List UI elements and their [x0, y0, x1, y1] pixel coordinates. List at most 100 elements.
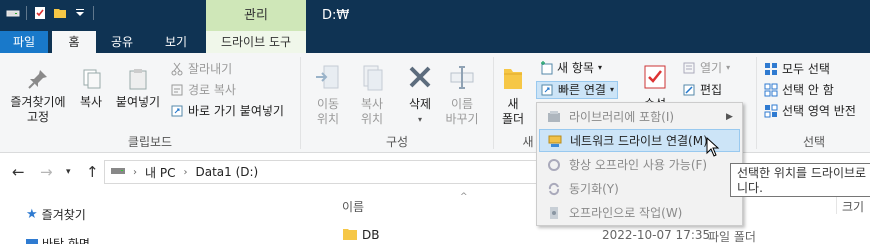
sort-chevron-icon: ^ [460, 192, 468, 202]
copy-to-label-line2: 위치 [360, 112, 384, 126]
tab-view[interactable]: 보기 [150, 31, 202, 53]
divider [93, 6, 94, 20]
nav-item-desktop[interactable]: 바탕 화면 [26, 235, 90, 244]
breadcrumb-this-pc[interactable]: 내 PC [145, 164, 175, 181]
customize-qat-chevron-icon[interactable] [73, 6, 87, 20]
edit-icon [682, 83, 696, 97]
breadcrumb-separator-icon[interactable]: › [183, 167, 187, 178]
paste-shortcut-icon [170, 104, 184, 118]
copy-button[interactable]: 복사 [74, 67, 108, 110]
pin-to-quick-access-button[interactable]: 즐겨찾기에 고정 [6, 67, 70, 125]
easy-access-button[interactable]: 빠른 연결 ▾ [536, 81, 618, 99]
file-row-name[interactable]: DB [362, 228, 379, 242]
sync-icon [539, 182, 569, 196]
folder-icon [343, 228, 357, 240]
edit-button[interactable]: 편집 [682, 81, 722, 99]
delete-button[interactable]: 삭제 ▾ [402, 63, 438, 127]
rename-button[interactable]: 이름 바꾸기 [440, 63, 484, 127]
select-none-button[interactable]: 선택 안 함 [764, 81, 834, 99]
ribbon-tabs: 파일 홈 공유 보기 드라이브 도구 [0, 31, 870, 53]
title-bar: 관리 D:₩ [0, 0, 870, 31]
recent-locations-chevron-icon[interactable]: ▾ [66, 167, 71, 177]
star-icon: ★ [26, 207, 38, 222]
tab-drive-tools[interactable]: 드라이브 도구 [206, 31, 306, 53]
offline-icon [539, 206, 569, 220]
window-title: D:₩ [322, 8, 350, 23]
paste-shortcut-button[interactable]: 바로 가기 붙여넣기 [170, 102, 284, 120]
nav-item-favorites[interactable]: ★ 즐겨찾기 [26, 206, 86, 223]
cut-button[interactable]: 잘라내기 [170, 60, 232, 78]
context-group-manage: 관리 [206, 0, 306, 31]
new-folder-label-line1: 새 [507, 97, 519, 111]
group-label-new: 새 [522, 135, 534, 149]
column-header-name[interactable]: 이름 [342, 198, 364, 215]
copy-path-button[interactable]: 경로 복사 [170, 81, 236, 99]
open-button[interactable]: 열기 ▾ [682, 59, 730, 77]
rename-icon [448, 63, 476, 93]
copy-to-button[interactable]: 복사 위치 [352, 63, 392, 127]
tooltip: 선택한 위치를 드라이브로 니다. [730, 163, 870, 197]
new-folder-button[interactable]: 새 폴더 [498, 63, 528, 127]
invert-selection-label: 선택 영역 반전 [782, 104, 856, 118]
properties-check-icon [643, 63, 667, 93]
select-all-icon [764, 62, 778, 76]
select-none-label: 선택 안 함 [782, 83, 834, 97]
group-divider [493, 57, 494, 149]
forward-arrow-icon[interactable]: → [40, 163, 53, 181]
mouse-cursor-icon [706, 136, 720, 160]
quick-access-toolbar [6, 6, 94, 20]
sync-icon [539, 158, 569, 172]
clipboard-icon [126, 67, 150, 91]
up-arrow-icon[interactable]: ↑ [86, 163, 99, 181]
menu-item-sync[interactable]: 동기화(Y) [539, 177, 740, 200]
edit-label: 편집 [700, 83, 723, 97]
library-icon [539, 110, 569, 124]
folder-icon [501, 63, 525, 93]
group-label-select: 선택 [802, 135, 826, 149]
file-row-date: 2022-10-07 17:35 [602, 228, 711, 242]
select-all-label: 모두 선택 [782, 62, 830, 76]
navigation-pane: ★ 즐겨찾기 바탕 화면 [0, 191, 300, 244]
move-label-line1: 이동 [316, 97, 340, 111]
select-none-icon [764, 83, 778, 97]
file-row-type: 파일 폴더 [708, 230, 756, 244]
move-label-line2: 위치 [316, 112, 340, 126]
delete-dropdown-chevron-icon[interactable]: ▾ [402, 112, 438, 127]
properties-icon[interactable] [33, 6, 47, 20]
open-icon [682, 61, 696, 75]
menu-item-label: 라이브러리에 포함(I) [569, 110, 675, 124]
breadcrumb-drive-d[interactable]: Data1 (D:) [195, 165, 258, 179]
easy-access-label: 빠른 연결 [558, 83, 606, 97]
back-arrow-icon[interactable]: ← [12, 163, 25, 181]
group-divider [756, 57, 757, 149]
menu-item-work-offline[interactable]: 오프라인으로 작업(W) [539, 201, 740, 224]
submenu-arrow-icon: ▶ [726, 111, 733, 122]
scissors-icon [170, 62, 184, 76]
invert-selection-button[interactable]: 선택 영역 반전 [764, 102, 856, 120]
paste-button[interactable]: 붙여넣기 [112, 67, 164, 110]
drive-icon[interactable] [6, 6, 20, 20]
select-all-button[interactable]: 모두 선택 [764, 60, 830, 78]
menu-item-include-in-library[interactable]: 라이브러리에 포함(I) ▶ [539, 105, 740, 128]
new-item-chevron-icon: ▾ [597, 63, 602, 72]
new-item-button[interactable]: 새 항목 ▾ [539, 59, 602, 77]
network-drive-icon [540, 134, 570, 148]
move-to-button[interactable]: 이동 위치 [308, 63, 348, 127]
column-divider[interactable] [836, 196, 837, 214]
breadcrumb-separator-icon[interactable]: › [133, 167, 137, 178]
column-header-size[interactable]: 크기 [842, 198, 864, 215]
copy-icon [79, 67, 103, 91]
drive-icon [111, 165, 125, 179]
new-item-icon [539, 61, 553, 75]
menu-item-label: 오프라인으로 작업(W) [569, 206, 683, 220]
copy-to-label-line1: 복사 [360, 97, 384, 111]
desktop-icon [26, 238, 38, 244]
tab-file[interactable]: 파일 [0, 31, 48, 53]
new-folder-icon[interactable] [53, 6, 67, 20]
group-divider [300, 57, 301, 149]
rename-label-line2: 바꾸기 [445, 112, 479, 126]
easy-access-icon [540, 83, 554, 97]
tab-home[interactable]: 홈 [52, 31, 96, 53]
tab-share[interactable]: 공유 [100, 31, 144, 53]
pin-label-line2: 고정 [26, 110, 50, 124]
